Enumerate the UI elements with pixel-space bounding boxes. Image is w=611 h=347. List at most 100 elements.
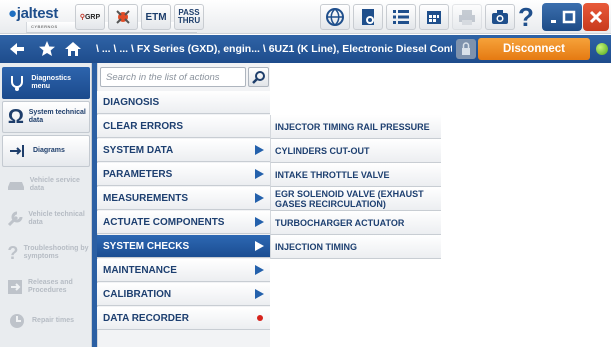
- sidebar-item-label: Diagrams: [33, 147, 65, 154]
- question-icon: ?: [518, 1, 534, 32]
- sidebar-item-system-technical-data[interactable]: Ω System technical data: [2, 101, 90, 133]
- list-icon: [393, 10, 409, 24]
- submenu-label: INTAKE THROTTLE VALVE: [275, 169, 390, 180]
- action-item-actuate-components[interactable]: ACTUATE COMPONENTS: [97, 211, 270, 234]
- action-label: SYSTEM CHECKS: [103, 240, 190, 252]
- lock-icon: [462, 42, 470, 55]
- home-icon[interactable]: [64, 40, 82, 58]
- globe-icon: [326, 8, 344, 26]
- sidebar-item-label: Vehicle technical data: [28, 211, 85, 226]
- submenu-arrow-icon: [255, 265, 264, 275]
- screenshot-button[interactable]: [485, 4, 515, 30]
- sidebar-item-label: System technical data: [28, 109, 86, 124]
- sidebar-item-label: Vehicle service data: [29, 177, 80, 192]
- submenu-label: CYLINDERS CUT-OUT: [275, 145, 370, 156]
- submenu-item-intake-throttle-valve[interactable]: INTAKE THROTTLE VALVE: [270, 163, 441, 187]
- sidebar-item-diagnostics-menu[interactable]: Diagnostics menu: [2, 67, 90, 99]
- submenu-arrow-icon: [255, 289, 264, 299]
- sidebar-item-vehicle-service-data[interactable]: Vehicle service data: [2, 169, 90, 201]
- document-eye-icon: [362, 9, 374, 25]
- left-sidebar: Diagnostics menu Ω System technical data…: [0, 63, 92, 347]
- breadcrumb-path[interactable]: \ ... \ ... \ FX Series (GXD), engin... …: [96, 43, 452, 55]
- maximize-button[interactable]: [556, 3, 582, 31]
- search-input[interactable]: Search in the list of actions: [100, 67, 246, 87]
- jaltest-logo: ●jaltest CYBERNOS: [8, 5, 197, 33]
- sidebar-item-repair-times[interactable]: Repair times: [2, 305, 90, 337]
- sidebar-item-releases-procedures[interactable]: Releases and Procedures: [2, 271, 90, 303]
- sidebar-item-label: Troubleshooting by symptoms: [23, 245, 89, 260]
- sidebar-item-vehicle-technical-data[interactable]: Vehicle technical data: [2, 203, 90, 235]
- list-button[interactable]: [386, 4, 416, 30]
- question-wrench-icon: ?: [7, 242, 19, 263]
- sidebar-item-troubleshooting[interactable]: ? Troubleshooting by symptoms: [2, 237, 90, 269]
- submenu-arrow-icon: [255, 169, 264, 179]
- back-arrow-icon[interactable]: [8, 40, 26, 58]
- pass-thru-button[interactable]: PASS THRU: [174, 4, 204, 30]
- wrench-icon: [5, 207, 25, 231]
- etm-button[interactable]: ETM: [141, 4, 171, 30]
- disconnect-button[interactable]: Disconnect: [478, 38, 590, 60]
- close-button[interactable]: [583, 3, 609, 31]
- search-icon: [251, 71, 265, 84]
- submenu-arrow-icon: [255, 217, 264, 227]
- diagram-icon: [6, 139, 30, 163]
- calendar-button[interactable]: [419, 4, 449, 30]
- connection-status-icon: [596, 43, 608, 55]
- stethoscope-icon: [5, 71, 28, 95]
- grp-label: GRP: [84, 13, 101, 21]
- action-item-calibration[interactable]: CALIBRATION: [97, 283, 270, 306]
- action-item-maintenance[interactable]: MAINTENANCE: [97, 259, 270, 282]
- breadcrumb-bar: \ ... \ ... \ FX Series (GXD), engin... …: [0, 35, 611, 63]
- action-label: PARAMETERS: [103, 168, 173, 180]
- action-item-system-data[interactable]: SYSTEM DATA: [97, 139, 270, 162]
- sidebar-item-diagrams[interactable]: Diagrams: [2, 135, 90, 167]
- submenu-label: INJECTION TIMING: [275, 241, 358, 252]
- submenu-item-cylinders-cut-out[interactable]: CYLINDERS CUT-OUT: [270, 139, 441, 163]
- submenu-label: EGR SOLENOID VALVE (EXHAUST GASES RECIRC…: [275, 188, 424, 209]
- top-toolbar: ●jaltest CYBERNOS ⚲ GRP ETM PASS THRU ?: [0, 0, 611, 34]
- globe-button[interactable]: [320, 4, 350, 30]
- action-item-clear-errors[interactable]: CLEAR ERRORS: [97, 115, 270, 138]
- search-button[interactable]: [248, 67, 269, 87]
- action-item-diagnosis[interactable]: DIAGNOSIS: [97, 91, 270, 114]
- submenu-arrow-icon: [255, 241, 264, 251]
- sidebar-item-label: Releases and Procedures: [28, 279, 73, 294]
- camera-icon: [492, 10, 508, 24]
- submenu-arrow-icon: [255, 193, 264, 203]
- action-label: DATA RECORDER: [103, 312, 189, 324]
- calendar-icon: [427, 11, 441, 24]
- record-dot-icon: [257, 315, 263, 321]
- action-label: MEASUREMENTS: [103, 192, 189, 204]
- action-label: CLEAR ERRORS: [103, 120, 184, 132]
- action-label: ACTUATE COMPONENTS: [103, 216, 225, 228]
- document-view-button[interactable]: [353, 4, 383, 30]
- sidebar-item-label: Diagnostics menu: [31, 75, 72, 90]
- submenu-arrow-icon: [255, 145, 264, 155]
- print-button[interactable]: [452, 4, 482, 30]
- favorites-star-icon[interactable]: [38, 40, 56, 58]
- close-icon: [589, 10, 603, 24]
- action-label: CALIBRATION: [103, 288, 172, 300]
- logo-text: jaltest: [16, 5, 59, 22]
- help-button[interactable]: ?: [516, 2, 536, 32]
- action-label: DIAGNOSIS: [103, 96, 160, 108]
- submenu-item-injector-timing-rail-pressure[interactable]: INJECTOR TIMING RAIL PRESSURE: [270, 115, 441, 139]
- ohm-icon: Ω: [7, 105, 24, 128]
- grp-button[interactable]: ⚲ GRP: [75, 4, 105, 30]
- action-label: SYSTEM DATA: [103, 144, 174, 156]
- submenu-label: TURBOCHARGER ACTUATOR: [275, 217, 405, 228]
- action-item-measurements[interactable]: MEASUREMENTS: [97, 187, 270, 210]
- action-item-data-recorder[interactable]: DATA RECORDER: [97, 307, 270, 330]
- car-icon: [5, 173, 27, 197]
- lock-button[interactable]: [456, 39, 476, 59]
- action-label: MAINTENANCE: [103, 264, 177, 276]
- thru-label: THRU: [177, 16, 201, 25]
- action-item-system-checks[interactable]: SYSTEM CHECKS: [97, 235, 270, 258]
- submenu-item-egr-solenoid-valve[interactable]: EGR SOLENOID VALVE (EXHAUST GASES RECIRC…: [270, 187, 441, 211]
- action-item-parameters[interactable]: PARAMETERS: [97, 163, 270, 186]
- tools-icon: [116, 10, 130, 24]
- tools-button[interactable]: [108, 4, 138, 30]
- submenu-item-injection-timing[interactable]: INJECTION TIMING: [270, 235, 441, 259]
- printer-icon: [459, 10, 475, 25]
- submenu-item-turbocharger-actuator[interactable]: TURBOCHARGER ACTUATOR: [270, 211, 441, 235]
